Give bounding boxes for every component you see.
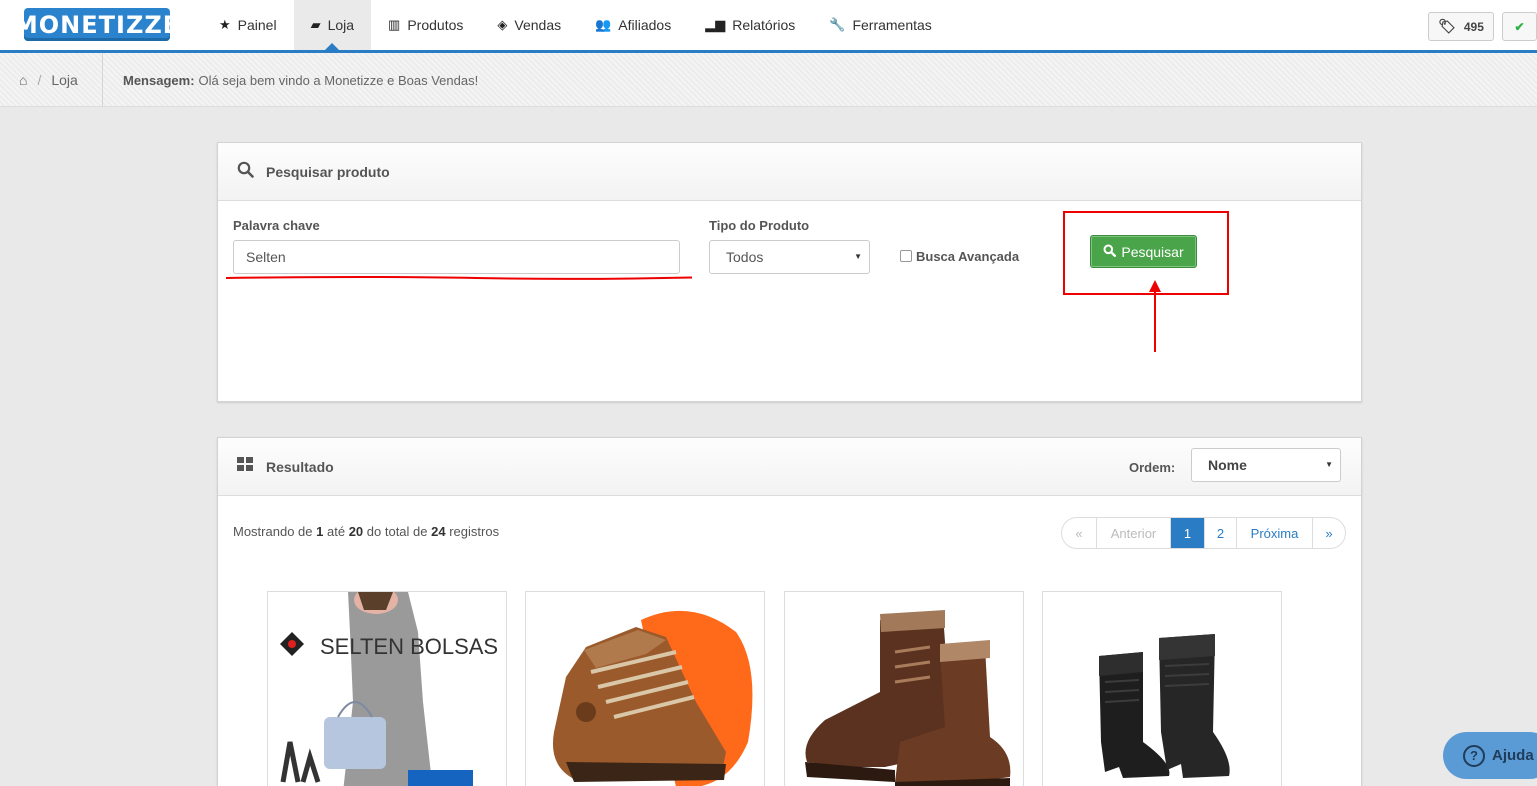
nav-vendas[interactable]: ◈ Vendas	[480, 0, 578, 50]
star-icon: ★	[219, 17, 231, 32]
nav-afiliados[interactable]: 👥 Afiliados	[578, 0, 688, 50]
product-image-black-boots	[1043, 592, 1281, 786]
question-circle-icon: ?	[1463, 744, 1485, 767]
product-card[interactable]	[1042, 591, 1282, 786]
pager-next[interactable]: Próxima	[1237, 518, 1313, 548]
keyword-input[interactable]: Selten	[233, 240, 680, 274]
bar-chart-icon: ▂▆	[705, 17, 726, 32]
result-panel: Resultado Ordem: Nome ▼ Mostrando de 1 a…	[217, 437, 1362, 786]
product-card[interactable]: SELTEN BOLSAS	[267, 591, 507, 786]
wrench-icon: 🔧	[829, 17, 846, 32]
nav-label: Afiliados	[618, 17, 672, 33]
product-type-select[interactable]: Todos ▼	[709, 240, 870, 274]
result-panel-header: Resultado Ordem: Nome ▼	[218, 438, 1361, 496]
top-navbar: MONETIZZE ★ Painel ▰ Loja ▥ Produtos ◈ Venda…	[0, 0, 1537, 53]
product-image-brown-boots	[785, 592, 1023, 786]
breadcrumb-bar: ⌂ / Loja Mensagem: Olá seja bem vindo a …	[0, 53, 1537, 107]
barcode-icon: ▥	[388, 17, 401, 32]
pager-page-1[interactable]: 1	[1171, 518, 1205, 548]
product-card[interactable]	[525, 591, 765, 786]
help-label: Ajuda	[1492, 747, 1534, 764]
search-icon	[237, 161, 254, 183]
shopping-bag-icon: ▰	[310, 17, 321, 32]
search-panel-title: Pesquisar produto	[266, 163, 390, 180]
tags-button[interactable]: 🏷 495	[1428, 12, 1494, 41]
nav-relatorios[interactable]: ▂▆ Relatórios	[688, 0, 812, 50]
summary-total-prefix: do total de	[366, 524, 428, 539]
result-panel-title: Resultado	[266, 458, 334, 475]
message-text: Olá seja bem vindo a Monetizze e Boas Ve…	[198, 72, 479, 88]
summary-to: 20	[348, 524, 364, 539]
advanced-search-label[interactable]: Busca Avançada	[916, 249, 1019, 264]
nav-label: Ferramentas	[852, 17, 932, 33]
product-type-value: Todos	[726, 249, 764, 265]
caret-down-icon: ▼	[854, 252, 862, 261]
breadcrumb-current: Loja	[51, 72, 78, 88]
money-icon: ◈	[497, 17, 508, 32]
pager-last[interactable]: »	[1313, 518, 1345, 548]
users-icon: 👥	[595, 17, 612, 32]
help-button[interactable]: ? Ajuda	[1443, 732, 1537, 779]
summary-to-prefix: até	[326, 524, 346, 539]
annotation-underline	[226, 276, 692, 280]
search-panel: Pesquisar produto Palavra chave Selten T…	[217, 142, 1362, 402]
message-label: Mensagem:	[123, 72, 195, 88]
summary-prefix: Mostrando de	[233, 524, 313, 539]
home-icon[interactable]: ⌂	[19, 72, 27, 88]
summary-total: 24	[431, 524, 446, 539]
check-circle-icon: ✔	[1514, 19, 1525, 34]
results-summary: Mostrando de 1 até 20 do total de 24 reg…	[233, 524, 499, 539]
nav-painel[interactable]: ★ Painel	[202, 0, 294, 50]
nav-label: Painel	[237, 17, 277, 33]
order-value: Nome	[1208, 457, 1247, 473]
pager-page-2[interactable]: 2	[1205, 518, 1237, 548]
status-ok-button[interactable]: ✔	[1502, 12, 1537, 41]
nav-label: Produtos	[407, 17, 464, 33]
pager-first[interactable]: «	[1062, 518, 1097, 548]
tag-count: 495	[1463, 19, 1484, 34]
nav-label: Loja	[327, 17, 355, 33]
annotation-arrow	[1149, 280, 1161, 352]
search-icon	[1103, 244, 1117, 260]
search-panel-header: Pesquisar produto	[218, 143, 1361, 201]
welcome-message: Mensagem: Olá seja bem vindo a Monetizze…	[123, 53, 478, 107]
nav-loja[interactable]: ▰ Loja	[293, 0, 372, 50]
nav-produtos[interactable]: ▥ Produtos	[371, 0, 480, 50]
advanced-search-checkbox[interactable]	[900, 250, 912, 262]
summary-suffix: registros	[449, 524, 500, 539]
order-select[interactable]: Nome ▼	[1191, 448, 1341, 482]
main-nav: ★ Painel ▰ Loja ▥ Produtos ◈ Vendas 👥 Afiliad…	[202, 0, 949, 50]
pager-prev[interactable]: Anterior	[1097, 518, 1171, 548]
product-type-label: Tipo do Produto	[709, 218, 810, 233]
search-button-label: Pesquisar	[1121, 243, 1184, 260]
order-label: Ordem:	[1129, 460, 1176, 475]
product-card[interactable]	[784, 591, 1024, 786]
product-image-work-boot	[526, 592, 764, 786]
nav-ferramentas[interactable]: 🔧 Ferramentas	[812, 0, 949, 50]
caret-down-icon: ▼	[1325, 460, 1333, 469]
keyword-label: Palavra chave	[233, 218, 320, 233]
nav-label: Vendas	[514, 17, 562, 33]
product-brand-text: SELTEN BOLSAS	[320, 634, 498, 659]
summary-from: 1	[316, 524, 324, 539]
grid-icon	[237, 456, 254, 477]
breadcrumb-separator: /	[37, 72, 42, 88]
monetizze-logo[interactable]: MONETIZZE	[14, 8, 179, 41]
product-image-handbag: SELTEN BOLSAS	[268, 592, 506, 786]
nav-label: Relatórios	[732, 17, 796, 33]
search-button[interactable]: Pesquisar	[1090, 235, 1197, 268]
tag-icon: 🏷	[1438, 18, 1456, 34]
breadcrumb: ⌂ / Loja	[0, 53, 103, 107]
pagination: « Anterior 1 2 Próxima »	[1061, 517, 1346, 549]
